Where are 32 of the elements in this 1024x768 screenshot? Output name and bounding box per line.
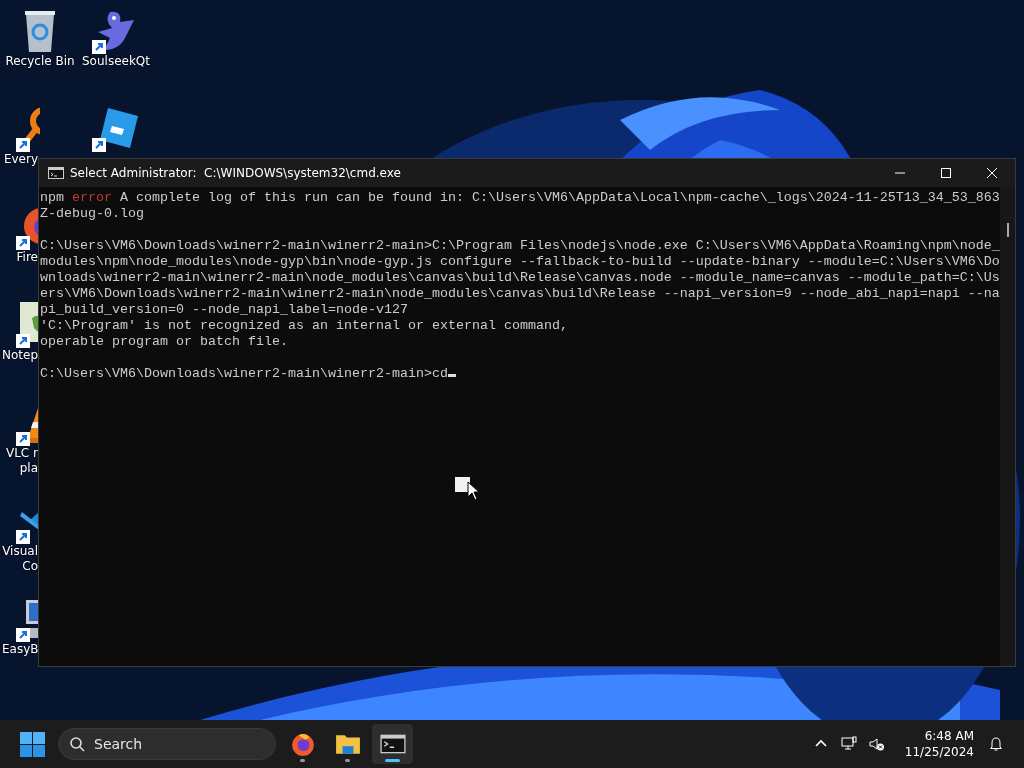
scrollbar[interactable] [999, 187, 1015, 666]
taskbar-app-button[interactable] [372, 724, 413, 764]
clock-date: 11/25/2024 [904, 744, 974, 760]
console-line: pi_build_version=0 --node_napi_label=node-v127 [40, 302, 408, 318]
console-line: operable program or batch file. [40, 334, 288, 350]
close-icon [986, 167, 998, 179]
icon-label[interactable]: EasyB [2, 642, 38, 657]
console-line: 'C:\Program' is not recognized as an internal or external command, [40, 318, 568, 334]
console-line: C:\Users\VM6\Downloads\winerr2-main\winerr2-main>cd [40, 366, 456, 382]
fox-globe-icon [289, 731, 316, 757]
clock[interactable]: 6:48 AM 11/25/2024 [898, 728, 980, 760]
clock-time: 6:48 AM [924, 728, 974, 744]
console-icon [48, 167, 64, 179]
maximize-icon [940, 167, 952, 179]
console-line: ers\VM6\Downloads\winerr2-main\winerr2-main\node_modules\canvas\build\Release --napi_version=9 --node_abi_napi=napi --na [40, 286, 1000, 302]
icon-label[interactable]: Recycle Bin [5, 54, 75, 69]
icon-label[interactable]: Fire [2, 250, 38, 265]
start-icon[interactable] [20, 731, 45, 757]
console-line: modules\npm\node_modules\node-gyp\bin\node-gyp.js configure --fallback-to-build --update-binary --module=C:\Users\VM6\Do [40, 254, 1000, 270]
icon-label[interactable]: Visual Co [2, 544, 38, 574]
console-line: npm error A complete log of this run can be found in: C:\Users\VM6\AppData\Local\npm-cache\_logs\2024-11-25T13_34_53_863 [40, 190, 1000, 206]
pointer-icon [467, 481, 479, 501]
search-icon [69, 736, 85, 752]
window-title: Select Administrator: C:\WINDOWS\system32\cmd.exe [70, 166, 402, 180]
console-line: C:\Users\VM6\Downloads\winerr2-main\winerr2-main>C:\Program Files\nodejs\node.exe C:\Users\VM6\AppData\Roaming\npm\node_ [40, 238, 1000, 254]
icon-label[interactable]: SoulseekQt [82, 54, 150, 69]
search-field[interactable]: Search [58, 728, 276, 760]
icon-label[interactable]: VLC r pla [2, 446, 38, 476]
icon-label[interactable]: Every [2, 152, 38, 167]
console-line: Z-debug-0.log [40, 206, 144, 222]
console-line: wnloads\winerr2-main\winerr2-main\node_modules\canvas\build\Release\canvas.node --module_name=canvas --module_path=C:\Us [40, 270, 1000, 286]
icon-label[interactable]: Notep [2, 348, 38, 363]
